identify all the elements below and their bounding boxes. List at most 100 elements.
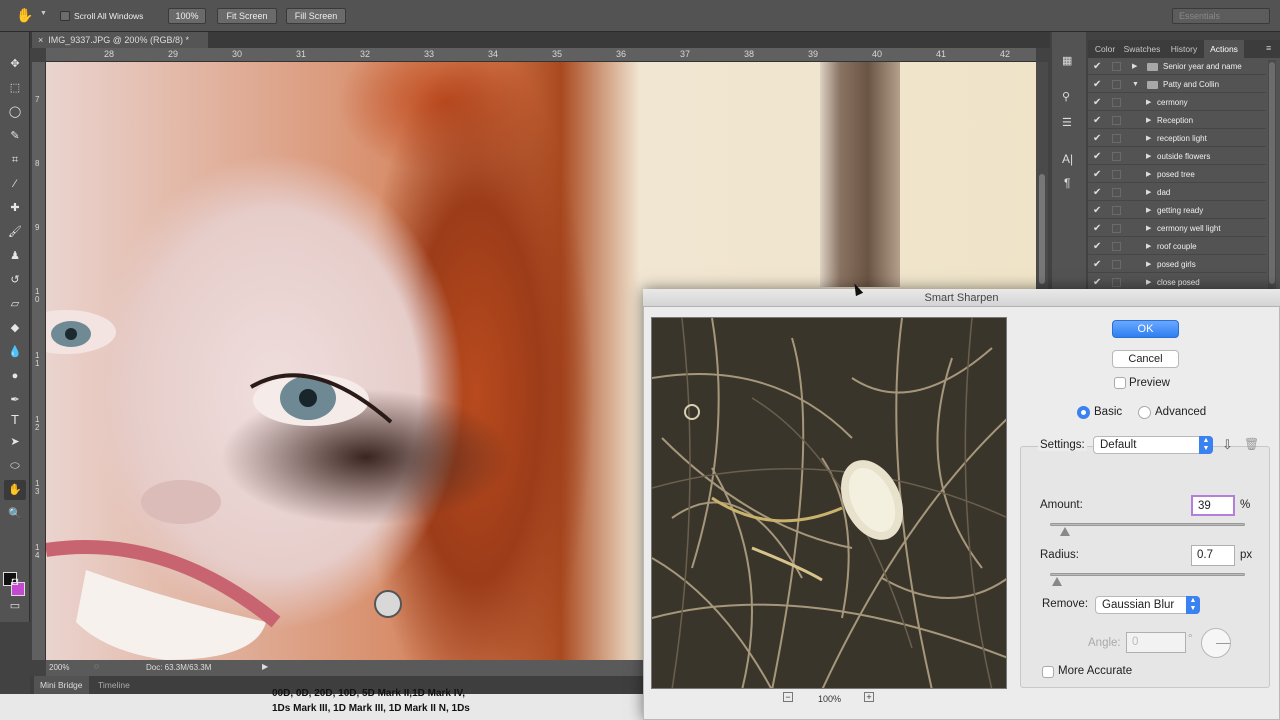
list-item[interactable]: ✔ ▶ cermony well light <box>1088 220 1266 237</box>
character-icon[interactable]: A| <box>1062 152 1073 166</box>
dialog-toggle-box[interactable] <box>1112 152 1121 161</box>
move-tool-icon[interactable]: ✥ <box>4 54 26 74</box>
more-accurate-checkbox[interactable] <box>1042 666 1054 678</box>
eyedropper-tool-icon[interactable]: ⁄ <box>4 174 26 194</box>
dialog-toggle-box[interactable] <box>1112 188 1121 197</box>
amount-slider-thumb[interactable] <box>1060 527 1071 536</box>
expand-triangle-icon[interactable]: ▶ <box>1146 112 1151 129</box>
cancel-button[interactable]: Cancel <box>1112 350 1179 368</box>
eraser-tool-icon[interactable]: ▱ <box>4 294 26 314</box>
paint-bucket-tool-icon[interactable]: ◆ <box>4 318 26 338</box>
tab-timeline[interactable]: Timeline <box>98 676 130 694</box>
angle-dial[interactable] <box>1201 628 1231 658</box>
blur-tool-icon[interactable]: 💧 <box>4 342 26 362</box>
tab-color[interactable]: Color <box>1090 40 1120 58</box>
collapse-triangle-icon[interactable]: ▼ <box>1132 76 1139 93</box>
dialog-toggle-box[interactable] <box>1112 170 1121 179</box>
tab-swatches[interactable]: Swatches <box>1120 40 1164 58</box>
scrollbar-thumb[interactable] <box>1269 62 1275 284</box>
list-item[interactable]: ✔ ▼ Patty and Collin <box>1088 76 1266 93</box>
quick-select-tool-icon[interactable]: ✎ <box>4 126 26 146</box>
settings-dropdown[interactable]: Default ▲ ▼ <box>1093 436 1213 454</box>
amount-slider-track[interactable] <box>1050 523 1245 526</box>
expand-triangle-icon[interactable]: ▶ <box>1146 220 1151 237</box>
status-icon[interactable]: ◌ <box>94 662 99 671</box>
tab-actions[interactable]: Actions <box>1204 40 1244 58</box>
checkmark-icon[interactable]: ✔ <box>1093 94 1101 111</box>
preview-zoom-in-button[interactable]: + <box>864 692 874 702</box>
angle-input[interactable]: 0 <box>1126 632 1186 653</box>
checkmark-icon[interactable]: ✔ <box>1093 130 1101 147</box>
list-item[interactable]: ✔ ▶ roof couple <box>1088 238 1266 255</box>
preview-image[interactable] <box>651 317 1007 689</box>
tab-close-icon[interactable]: × <box>38 35 43 45</box>
tool-preset-arrow-icon[interactable]: ▼ <box>40 10 47 17</box>
clone-stamp-tool-icon[interactable]: ♟ <box>4 246 26 266</box>
dialog-toggle-box[interactable] <box>1112 206 1121 215</box>
expand-triangle-icon[interactable]: ▶ <box>1146 256 1151 273</box>
expand-triangle-icon[interactable]: ▶ <box>1146 202 1151 219</box>
checkmark-icon[interactable]: ✔ <box>1093 166 1101 183</box>
hand-tool-active-icon[interactable]: ✋ <box>4 480 26 500</box>
fill-screen-button[interactable]: Fill Screen <box>286 8 346 24</box>
dialog-toggle-box[interactable] <box>1112 260 1121 269</box>
tab-history[interactable]: History <box>1164 40 1204 58</box>
healing-brush-tool-icon[interactable]: ✚ <box>4 198 26 218</box>
panel-menu-icon[interactable]: ≡ <box>1266 43 1271 53</box>
radius-slider-thumb[interactable] <box>1051 577 1062 586</box>
dialog-toggle-box[interactable] <box>1112 62 1121 71</box>
checkmark-icon[interactable]: ✔ <box>1093 58 1101 75</box>
checkmark-icon[interactable]: ✔ <box>1093 202 1101 219</box>
paragraph-icon[interactable]: ¶ <box>1064 176 1070 190</box>
checkmark-icon[interactable]: ✔ <box>1093 238 1101 255</box>
fit-screen-button[interactable]: Fit Screen <box>217 8 277 24</box>
list-item[interactable]: ✔ ▶ posed tree <box>1088 166 1266 183</box>
expand-triangle-icon[interactable]: ▶ <box>1146 148 1151 165</box>
dialog-toggle-box[interactable] <box>1112 242 1121 251</box>
screen-mode-icon[interactable]: ▭ <box>4 596 26 616</box>
list-item[interactable]: ✔ ▶ outside flowers <box>1088 148 1266 165</box>
status-menu-arrow-icon[interactable]: ▶ <box>262 662 268 671</box>
expand-triangle-icon[interactable]: ▶ <box>1146 130 1151 147</box>
type-tool-icon[interactable]: T <box>4 410 26 430</box>
workspace-switcher[interactable]: Essentials <box>1172 8 1270 24</box>
ellipse-tool-icon[interactable]: ⬭ <box>4 456 26 476</box>
zoom-100-button[interactable]: 100% <box>168 8 206 24</box>
zoom-tool-icon[interactable]: 🔍 <box>4 504 26 524</box>
tab-mini-bridge[interactable]: Mini Bridge <box>34 676 89 694</box>
adjust-icon[interactable]: ⚲ <box>1062 90 1070 103</box>
expand-triangle-icon[interactable]: ▶ <box>1132 58 1137 75</box>
dialog-toggle-box[interactable] <box>1112 134 1121 143</box>
dialog-toggle-box[interactable] <box>1112 80 1121 89</box>
remove-dropdown[interactable]: Gaussian Blur ▲ ▼ <box>1095 596 1200 614</box>
save-preset-icon[interactable]: ⇩ <box>1222 437 1233 453</box>
list-item[interactable]: ✔ ▶ posed girls <box>1088 256 1266 273</box>
scrollbar-thumb[interactable] <box>1039 174 1045 284</box>
hand-tool-icon[interactable]: ✋ <box>16 7 33 24</box>
list-item[interactable]: ✔ ▶ dad <box>1088 184 1266 201</box>
scroll-all-windows-checkbox[interactable] <box>60 11 70 21</box>
radius-slider-track[interactable] <box>1050 573 1245 576</box>
list-item[interactable]: ✔ ▶ cermony <box>1088 94 1266 111</box>
expand-triangle-icon[interactable]: ▶ <box>1146 94 1151 111</box>
pen-tool-icon[interactable]: ✒ <box>4 390 26 410</box>
preview-checkbox[interactable] <box>1114 377 1126 389</box>
checkmark-icon[interactable]: ✔ <box>1093 184 1101 201</box>
brush-tool-icon[interactable]: 🖌 <box>4 222 26 242</box>
checkmark-icon[interactable]: ✔ <box>1093 148 1101 165</box>
list-item[interactable]: ✔ ▶ reception light <box>1088 130 1266 147</box>
dialog-toggle-box[interactable] <box>1112 98 1121 107</box>
trash-icon[interactable]: 🗑 <box>1244 437 1259 451</box>
crop-tool-icon[interactable]: ⌗ <box>4 150 26 170</box>
preview-zoom-out-button[interactable]: − <box>783 692 793 702</box>
checkmark-icon[interactable]: ✔ <box>1093 112 1101 129</box>
basic-radio[interactable] <box>1077 406 1090 419</box>
dock-icon[interactable]: ▦ <box>1062 54 1072 67</box>
ok-button[interactable]: OK <box>1112 320 1179 338</box>
checkmark-icon[interactable]: ✔ <box>1093 256 1101 273</box>
list-item[interactable]: ✔ ▶ Senior year and name <box>1088 58 1266 75</box>
amount-input[interactable]: 39 <box>1191 495 1235 516</box>
checkmark-icon[interactable]: ✔ <box>1093 76 1101 93</box>
expand-triangle-icon[interactable]: ▶ <box>1146 238 1151 255</box>
lasso-tool-icon[interactable]: ◯ <box>4 102 26 122</box>
